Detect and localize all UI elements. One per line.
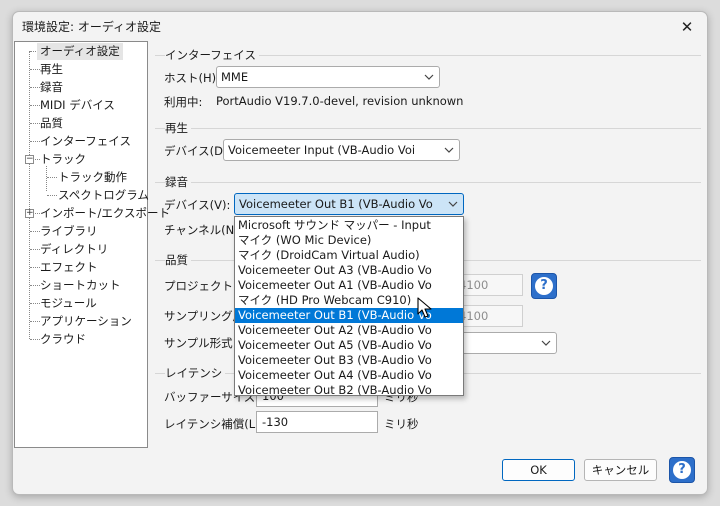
category-tree[interactable]: − + オーディオ設定 再生 録音 MIDI デバイス 品質 インターフェイス …	[14, 41, 170, 448]
recording-device-value: Voicemeeter Out B1 (VB-Audio Vo	[239, 197, 433, 211]
dropdown-item[interactable]: マイク (WO Mic Device)	[235, 233, 463, 248]
sample-format-label: サンプル形式	[164, 336, 233, 350]
tree-item-effects[interactable]: エフェクト	[40, 259, 98, 276]
interface-group-title: インターフェイス	[165, 47, 259, 63]
quality-group-title: 品質	[165, 252, 191, 268]
dropdown-item[interactable]: Voicemeeter Out A2 (VB-Audio Vo	[235, 323, 463, 338]
tree-item-audio-settings[interactable]: オーディオ設定	[37, 43, 123, 60]
dropdown-item[interactable]: マイク (DroidCam Virtual Audio)	[235, 248, 463, 263]
expand-icon[interactable]: +	[25, 209, 34, 218]
close-button[interactable]: ✕	[675, 15, 699, 39]
tree-item-playback[interactable]: 再生	[40, 61, 63, 78]
ok-button[interactable]: OK	[502, 459, 575, 481]
tree-connector	[30, 321, 40, 322]
tree-connector	[30, 141, 40, 142]
recording-device-combo[interactable]: Voicemeeter Out B1 (VB-Audio Vo	[234, 193, 464, 215]
chevron-down-icon	[424, 74, 434, 80]
host-value: MME	[221, 70, 249, 84]
chevron-down-icon	[541, 340, 551, 346]
using-label: 利用中:	[164, 95, 203, 109]
group-divider	[155, 128, 701, 129]
tree-connector	[47, 195, 57, 196]
dropdown-item[interactable]: Voicemeeter Out A3 (VB-Audio Vo	[235, 263, 463, 278]
tree-item-shortcuts[interactable]: ショートカット	[40, 277, 121, 294]
tree-connector	[30, 87, 40, 88]
collapse-icon[interactable]: −	[25, 155, 34, 164]
group-divider	[155, 182, 701, 183]
host-label: ホスト(H):	[164, 71, 220, 85]
tree-item-interface[interactable]: インターフェイス	[40, 133, 131, 150]
tree-item-recording[interactable]: 録音	[40, 79, 63, 96]
quality-help-button[interactable]: ?	[531, 273, 557, 299]
question-icon: ?	[535, 277, 553, 295]
tree-connector	[30, 285, 40, 286]
latency-comp-unit: ミリ秒	[384, 417, 419, 431]
title-bar: 環境設定: オーディオ設定 ✕	[13, 12, 707, 42]
tree-connector	[30, 339, 40, 340]
tree-connector	[30, 123, 40, 124]
playback-device-value: Voicemeeter Input (VB-Audio Voi	[228, 143, 416, 157]
tree-item-library[interactable]: ライブラリ	[40, 223, 98, 240]
cancel-button[interactable]: キャンセル	[584, 459, 657, 481]
latency-comp-label: レイテンシ補償(L):	[164, 417, 264, 431]
tree-item-modules[interactable]: モジュール	[40, 295, 97, 312]
sample-rate-label: サンプリング周	[164, 309, 245, 323]
channels-label: チャンネル(N):	[164, 223, 243, 237]
playback-group-title: 再生	[165, 120, 191, 136]
window-title: 環境設定: オーディオ設定	[22, 20, 162, 34]
host-combo[interactable]: MME	[216, 66, 440, 88]
tree-connector	[30, 303, 40, 304]
sample-format-combo[interactable]	[453, 332, 557, 354]
tree-connector	[29, 51, 30, 339]
latency-group-title: レイテンシ	[165, 365, 226, 381]
latency-comp-value: -130	[262, 415, 289, 429]
dropdown-item[interactable]: Voicemeeter Out B3 (VB-Audio Vo	[235, 353, 463, 368]
playback-device-label: デバイス(D):	[164, 144, 232, 158]
tree-item-application[interactable]: アプリケーション	[40, 313, 132, 330]
dialog-help-button[interactable]: ?	[669, 457, 695, 483]
tree-item-quality[interactable]: 品質	[40, 115, 63, 132]
tree-connector	[30, 249, 40, 250]
recording-device-label: デバイス(V):	[164, 198, 231, 212]
dropdown-item[interactable]: Microsoft サウンド マッパー - Input	[235, 218, 463, 233]
playback-device-combo[interactable]: Voicemeeter Input (VB-Audio Voi	[223, 139, 460, 161]
dropdown-item[interactable]: Voicemeeter Out A5 (VB-Audio Vo	[235, 338, 463, 353]
tree-item-tracks[interactable]: トラック	[40, 151, 86, 168]
dropdown-item[interactable]: Voicemeeter Out A1 (VB-Audio Vo	[235, 278, 463, 293]
tree-connector	[30, 105, 40, 106]
tree-connector	[46, 166, 47, 191]
tree-item-midi-devices[interactable]: MIDI デバイス	[40, 97, 115, 114]
recording-group-title: 録音	[165, 174, 191, 190]
tree-connector	[30, 69, 40, 70]
latency-comp-field[interactable]: -130	[256, 411, 378, 433]
tree-connector	[30, 231, 40, 232]
preferences-dialog: 環境設定: オーディオ設定 ✕ − + オーディオ設定 再生 録音 MIDI デ…	[12, 11, 708, 495]
dropdown-item[interactable]: Voicemeeter Out B2 (VB-Audio Vo	[235, 383, 463, 398]
tree-item-track-behavior[interactable]: トラック動作	[58, 169, 127, 186]
question-icon: ?	[673, 461, 691, 479]
chevron-down-icon	[444, 147, 454, 153]
tree-item-cloud[interactable]: クラウド	[40, 331, 86, 348]
using-value: PortAudio V19.7.0-devel, revision unknow…	[216, 94, 464, 108]
tree-item-directories[interactable]: ディレクトリ	[40, 241, 108, 258]
tree-item-spectrogram[interactable]: スペクトログラム	[58, 187, 149, 204]
chevron-down-icon	[448, 201, 458, 207]
mouse-cursor-icon	[417, 297, 432, 318]
tree-item-import-export[interactable]: インポート/エクスポート	[40, 205, 170, 222]
tree-connector	[47, 177, 57, 178]
tree-connector	[30, 267, 40, 268]
dropdown-item[interactable]: Voicemeeter Out A4 (VB-Audio Vo	[235, 368, 463, 383]
